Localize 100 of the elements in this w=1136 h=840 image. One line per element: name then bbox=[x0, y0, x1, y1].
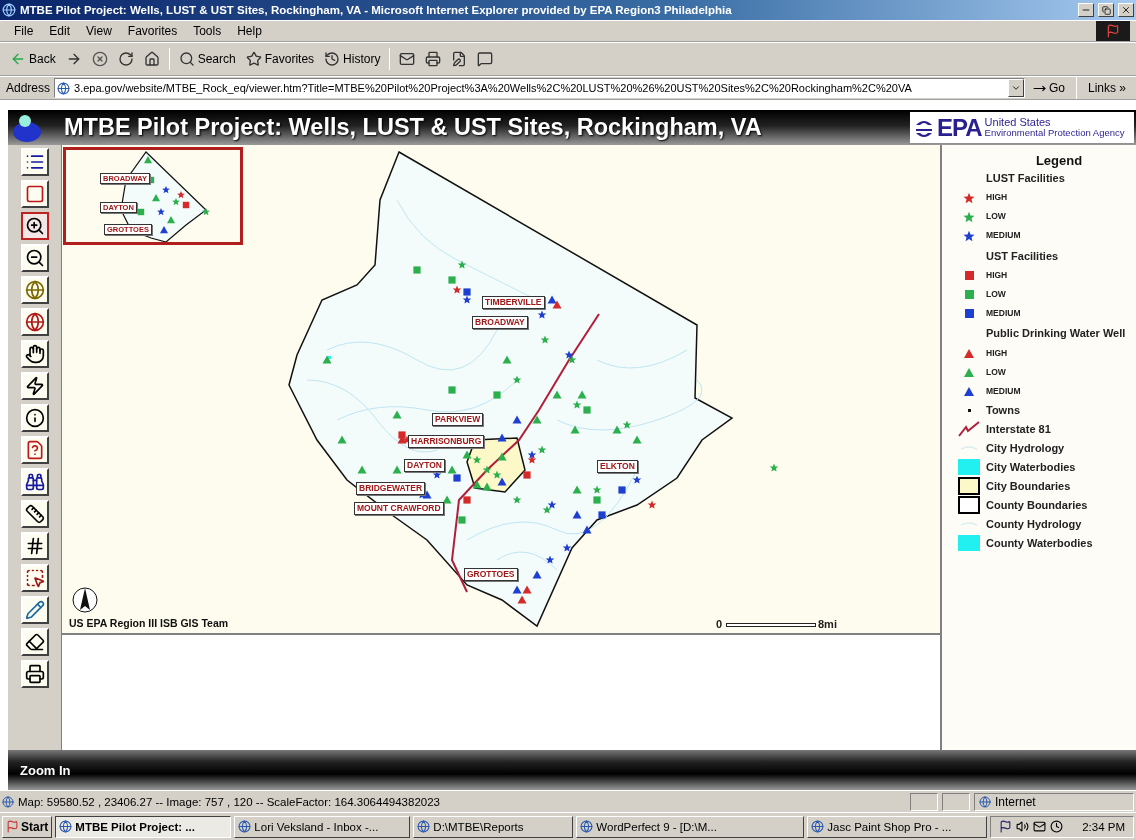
taskbar-button[interactable]: D:\MTBE\Reports bbox=[413, 815, 574, 838]
app-icon bbox=[417, 820, 431, 833]
square-marker bbox=[463, 288, 471, 296]
legend-label: LOW bbox=[986, 367, 1006, 378]
go-button[interactable]: Go bbox=[1028, 79, 1069, 97]
status-text: Map: 59580.52 , 23406.27 -- Image: 757 , 120 -- ScaleFactor: 164.3064494382023 bbox=[18, 795, 441, 808]
square-marker bbox=[583, 406, 591, 414]
zoom-out-icon bbox=[24, 248, 45, 268]
app-icon bbox=[580, 820, 594, 833]
triangle-marker bbox=[532, 415, 542, 424]
triangle-marker bbox=[512, 585, 522, 594]
triangle-marker bbox=[552, 300, 562, 309]
triangle-marker bbox=[547, 295, 557, 304]
discuss-icon bbox=[477, 51, 494, 67]
triangle-marker bbox=[442, 495, 452, 504]
dropdown-button[interactable] bbox=[1007, 79, 1024, 97]
triangle-marker bbox=[577, 390, 587, 399]
start-button[interactable]: Start bbox=[2, 815, 53, 838]
triangle-marker bbox=[337, 435, 347, 444]
star-marker bbox=[545, 555, 555, 564]
triangle-marker bbox=[572, 485, 582, 494]
menu-item[interactable]: Tools bbox=[185, 22, 230, 40]
triangle-marker bbox=[447, 465, 457, 474]
square-marker bbox=[463, 496, 471, 504]
triangle-marker bbox=[572, 510, 582, 519]
menu-item[interactable]: Help bbox=[229, 22, 270, 40]
back-button[interactable]: Back bbox=[6, 49, 60, 69]
legend-heading: LUST Facilities bbox=[986, 171, 1065, 186]
star-marker bbox=[432, 470, 442, 479]
caret-icon bbox=[1010, 83, 1021, 93]
close-icon bbox=[1121, 5, 1131, 15]
triangle-marker bbox=[522, 585, 532, 594]
star-marker bbox=[622, 420, 632, 429]
taskbar-button[interactable]: WordPerfect 9 - [D:\M... bbox=[576, 815, 805, 838]
app-icon bbox=[238, 820, 252, 833]
star-marker bbox=[769, 463, 779, 472]
globe-icon bbox=[24, 312, 45, 332]
map-tool-button[interactable] bbox=[20, 212, 49, 240]
taskbar-button[interactable]: MTBE Pilot Project: ... bbox=[55, 815, 232, 838]
restore-button[interactable] bbox=[1098, 3, 1114, 17]
minimize-button[interactable] bbox=[1078, 3, 1094, 17]
square-marker bbox=[598, 511, 606, 519]
menu-item[interactable]: Favorites bbox=[119, 22, 186, 40]
triangle-marker bbox=[517, 595, 527, 604]
favorites-button[interactable]: Favorites bbox=[241, 49, 319, 69]
triangle-marker bbox=[482, 482, 492, 491]
legend-label: MEDIUM bbox=[986, 386, 1021, 397]
taskbar-button[interactable]: Jasc Paint Shop Pro - ... bbox=[807, 815, 988, 838]
triangle-marker bbox=[497, 452, 507, 461]
hydrology-line-icon bbox=[961, 445, 977, 452]
overview-icon bbox=[24, 184, 45, 204]
star-marker bbox=[572, 400, 582, 409]
town-label: BROADWAY bbox=[472, 316, 528, 329]
star-marker bbox=[632, 475, 642, 484]
menu-item[interactable]: View bbox=[78, 22, 120, 40]
square-marker bbox=[398, 431, 406, 439]
triangle-marker bbox=[502, 355, 512, 364]
taskbar-button[interactable]: Lori Veksland - Inbox -... bbox=[234, 815, 411, 838]
hydrology-line-icon bbox=[961, 521, 977, 528]
legend-label: County Boundaries bbox=[986, 499, 1088, 512]
town-label: ELKTON bbox=[597, 460, 638, 473]
links-button[interactable]: Links » bbox=[1083, 79, 1130, 97]
star-marker bbox=[462, 295, 472, 304]
square-marker bbox=[448, 276, 456, 284]
mail-icon bbox=[399, 51, 416, 67]
interstate-line-icon bbox=[958, 421, 980, 438]
ruler-icon bbox=[24, 504, 45, 524]
triangle-marker bbox=[167, 216, 175, 224]
legend-label: Interstate 81 bbox=[986, 423, 1051, 436]
globe-icon bbox=[979, 795, 991, 808]
triangle-marker bbox=[582, 525, 592, 534]
search-button[interactable]: Search bbox=[174, 49, 240, 69]
town-label: MOUNT CRAWFORD bbox=[354, 502, 444, 515]
close-button[interactable] bbox=[1118, 3, 1134, 17]
legend-label: HIGH bbox=[986, 270, 1008, 281]
triangle-marker bbox=[570, 425, 580, 434]
star-marker bbox=[567, 355, 577, 364]
browser-icon bbox=[2, 3, 16, 17]
square-marker bbox=[593, 496, 601, 504]
windows-flag-icon bbox=[6, 820, 19, 833]
lightning-icon bbox=[24, 376, 45, 396]
triangle-marker bbox=[422, 490, 432, 499]
gis-team-logo-icon bbox=[12, 112, 42, 143]
triangle-marker bbox=[532, 570, 542, 579]
history-button[interactable]: History bbox=[320, 49, 385, 69]
tray-icon bbox=[1050, 820, 1064, 833]
triangle-marker bbox=[472, 480, 482, 489]
legend-label: MEDIUM bbox=[986, 308, 1021, 319]
legend-label: City Waterbodies bbox=[986, 461, 1076, 474]
list-icon bbox=[24, 152, 45, 172]
menu-item[interactable]: Edit bbox=[41, 22, 79, 40]
search-icon bbox=[178, 51, 195, 67]
legend-heading: UST Facilities bbox=[986, 248, 1059, 264]
page-title: MTBE Pilot Project: Wells, LUST & UST Sites, Rockingham, VA bbox=[64, 114, 763, 141]
menu-item[interactable]: File bbox=[6, 22, 42, 40]
triangle-marker bbox=[497, 433, 507, 442]
square-marker bbox=[448, 386, 456, 394]
status-pane bbox=[942, 792, 970, 811]
binoculars-icon bbox=[24, 472, 45, 492]
address-field[interactable]: 3.epa.gov/website/MTBE_Rock_eq/viewer.htm?Title=MTBE%20Pilot%20Project%3A%20Wells%2C%20LUST%20%26%20UST%20Sites%2C%20Rockingham%2C%20VA bbox=[54, 78, 1025, 98]
